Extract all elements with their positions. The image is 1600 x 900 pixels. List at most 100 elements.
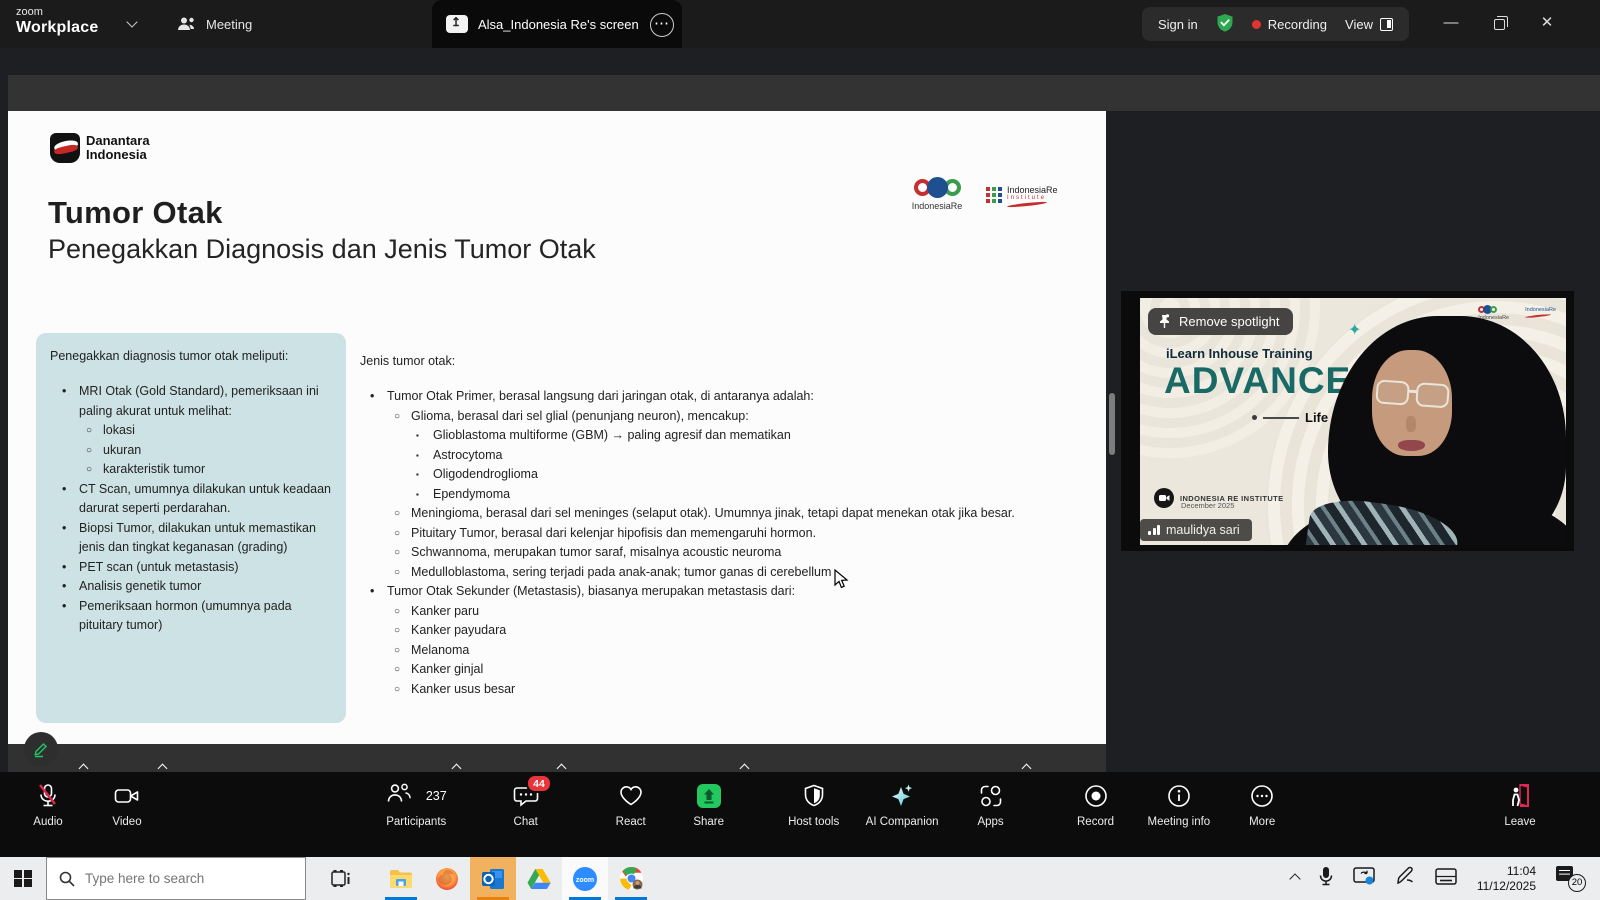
taskbar-file-explorer[interactable] — [378, 857, 424, 900]
tab-shared-screen[interactable]: Alsa_Indonesia Re's screen — [432, 0, 682, 48]
zoom-workplace-logo: zoom Workplace — [16, 6, 98, 38]
chevron-down-icon[interactable] — [126, 16, 137, 27]
remove-spotlight-label: Remove spotlight — [1179, 314, 1279, 329]
chat-caret[interactable] — [558, 759, 565, 828]
pin-icon — [1158, 314, 1171, 329]
participant-name: maulidya sari — [1166, 523, 1240, 537]
video-options-caret[interactable] — [159, 759, 166, 828]
record-button[interactable]: Record — [1070, 781, 1122, 828]
meeting-info-button[interactable]: Meeting info — [1148, 781, 1211, 828]
search-input[interactable] — [85, 871, 275, 886]
indonesia-re-logo-text: IndonesiaRe — [906, 201, 968, 211]
annotate-button[interactable] — [24, 732, 58, 766]
titlebar: zoom Workplace Meeting Alsa_Indonesia Re… — [0, 0, 1600, 48]
list-item: ▪Oligodendroglioma — [360, 465, 1105, 485]
mouse-cursor — [834, 569, 849, 595]
taskbar-search[interactable] — [46, 857, 306, 900]
audio-label: Audio — [33, 816, 62, 828]
video-bg-date: December 2025 — [1181, 501, 1234, 510]
react-button[interactable]: React — [605, 781, 657, 828]
tab-options-ellipsis-icon[interactable]: ⋯ — [650, 13, 674, 37]
search-icon — [59, 871, 75, 887]
danantara-line1: Danantara — [86, 133, 150, 148]
danantara-logo: DanantaraIndonesia — [50, 133, 150, 163]
list-item: ○Melanoma — [360, 641, 1105, 661]
share-button[interactable]: Share — [683, 781, 735, 828]
recording-indicator[interactable]: Recording — [1252, 17, 1327, 32]
minimize-button[interactable]: — — [1436, 10, 1466, 36]
participant-name-label: maulidya sari — [1140, 519, 1252, 541]
list-item: •Tumor Otak Sekunder (Metastasis), biasa… — [360, 582, 1105, 602]
taskbar-zoom[interactable]: zoom — [562, 857, 608, 900]
list-item: ○Kanker usus besar — [360, 680, 1105, 700]
audio-options-caret[interactable] — [80, 759, 87, 828]
file-explorer-icon — [389, 869, 413, 889]
tab-meeting[interactable]: Meeting — [176, 0, 252, 48]
sign-in-button[interactable]: Sign in — [1158, 17, 1198, 32]
apps-caret[interactable] — [1023, 759, 1030, 828]
list-item: •MRI Otak (Gold Standard), pemeriksaan i… — [50, 382, 332, 421]
leave-button[interactable]: Leave — [1494, 781, 1546, 828]
view-label: View — [1345, 17, 1373, 32]
security-shield-icon[interactable] — [1216, 13, 1234, 36]
zoom-app-icon: zoom — [572, 866, 598, 892]
ai-sparkle-icon — [890, 781, 914, 811]
diagnosis-heading: Penegakkan diagnosis tumor otak meliputi… — [50, 349, 332, 363]
tray-display-share-icon[interactable] — [1353, 867, 1375, 890]
notification-center-button[interactable]: 20 — [1556, 866, 1586, 892]
share-caret[interactable] — [741, 759, 748, 828]
brand-zoom-text: zoom — [16, 6, 98, 18]
remove-spotlight-button[interactable]: Remove spotlight — [1148, 308, 1293, 335]
host-tools-button[interactable]: Host tools — [788, 781, 840, 828]
firefox-icon — [435, 867, 459, 891]
close-button[interactable]: ✕ — [1532, 10, 1562, 36]
tumor-types-list: •Tumor Otak Primer, berasal langsung dar… — [360, 387, 1105, 699]
participants-button[interactable]: 237 Participants — [386, 781, 447, 828]
taskbar-google-drive[interactable] — [516, 857, 562, 900]
view-button[interactable]: View — [1345, 16, 1393, 32]
start-button[interactable] — [0, 857, 46, 900]
share-screen-icon — [697, 784, 721, 808]
tray-touch-keyboard-icon[interactable] — [1435, 868, 1457, 890]
indonesia-re-logo: IndonesiaRe — [906, 179, 968, 211]
presentation-slide: DanantaraIndonesia IndonesiaRe Indonesia… — [8, 111, 1106, 744]
heart-icon — [618, 781, 644, 811]
slide-title: Tumor Otak — [48, 195, 223, 231]
share-label: Share — [693, 816, 724, 828]
scrollbar[interactable] — [1109, 393, 1115, 455]
taskbar-chrome[interactable] — [608, 857, 654, 900]
tray-pen-icon[interactable] — [1395, 866, 1415, 891]
institute-logo-text: IndonesiaRe — [1007, 185, 1058, 195]
participant-video[interactable]: IndonesiaRe IndonesiaRe iLearn Inhouse T… — [1140, 298, 1566, 545]
record-icon — [1084, 781, 1108, 811]
taskbar-clock[interactable]: 11:04 11/12/2025 — [1477, 864, 1536, 894]
restore-icon — [1494, 19, 1505, 30]
chat-button[interactable]: Chat 44 — [500, 781, 552, 828]
audio-button[interactable]: Audio — [22, 781, 74, 828]
meeting-toolbar: Audio Video 237 — [0, 772, 1600, 857]
video-bg-training-title: iLearn Inhouse Training — [1166, 346, 1313, 361]
tray-microphone-icon[interactable] — [1319, 866, 1333, 891]
clock-time: 11:04 — [1477, 864, 1536, 879]
chat-label: Chat — [514, 816, 538, 828]
list-item: ○Kanker ginjal — [360, 660, 1105, 680]
camera-icon — [114, 781, 140, 811]
apps-button[interactable]: Apps — [965, 781, 1017, 828]
ai-companion-button[interactable]: AI Companion — [866, 781, 939, 828]
google-drive-icon — [527, 868, 551, 889]
titlebar-controls: Sign in Recording View — [1142, 7, 1409, 41]
apps-label: Apps — [977, 816, 1003, 828]
list-item: ○Meningioma, berasal dari sel meninges (… — [360, 504, 1105, 524]
danantara-line2: Indonesia — [86, 147, 147, 162]
list-item: •CT Scan, umumnya dilakukan untuk keadaa… — [50, 480, 332, 519]
tray-expand-chevron[interactable] — [1289, 873, 1300, 884]
task-view-button[interactable] — [318, 857, 364, 900]
participant-glasses — [1375, 379, 1453, 410]
taskbar-outlook[interactable] — [470, 857, 516, 900]
restore-button[interactable] — [1484, 10, 1514, 36]
taskbar-firefox[interactable] — [424, 857, 470, 900]
more-button[interactable]: More — [1236, 781, 1288, 828]
participants-caret[interactable] — [453, 759, 460, 828]
leave-label: Leave — [1504, 816, 1535, 828]
video-button[interactable]: Video — [101, 781, 153, 828]
